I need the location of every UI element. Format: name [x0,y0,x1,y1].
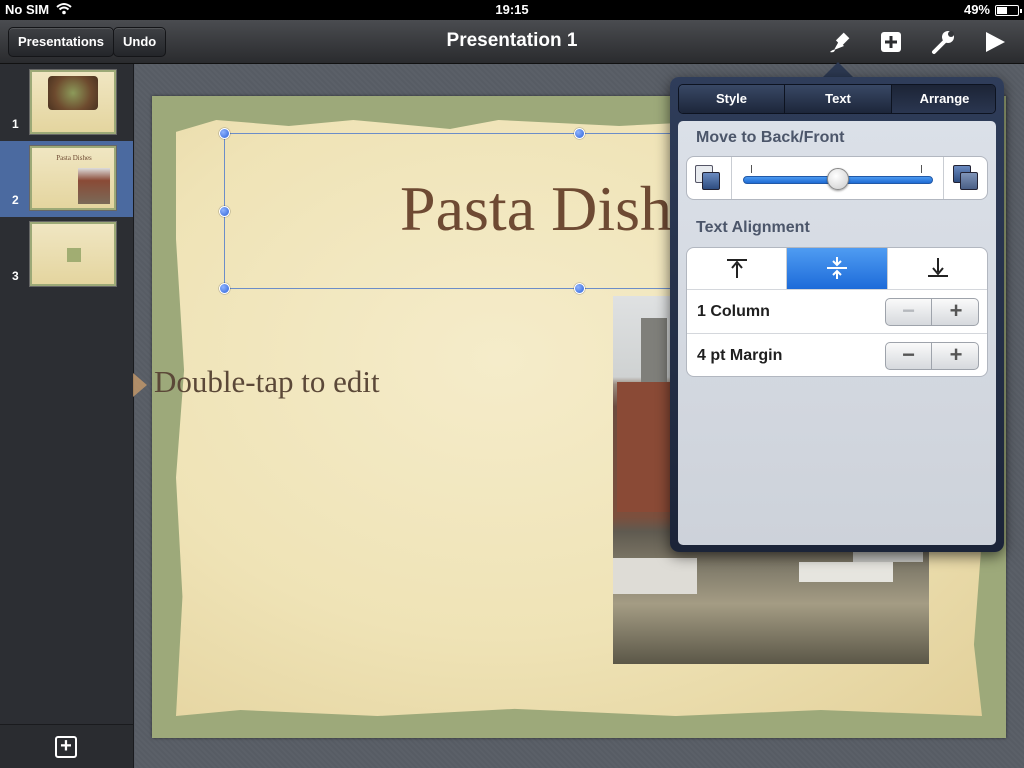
bottom-align-icon [928,258,948,277]
resize-handle[interactable] [219,206,230,217]
placeholder-arrow-icon [133,373,147,397]
slide-thumbnail-3[interactable]: 3 [0,217,133,293]
margin-stepper: − + [885,342,979,370]
send-to-back-icon[interactable] [695,165,721,191]
slide-thumbnail-image [29,69,117,135]
align-top-button[interactable] [687,248,787,289]
sidebar-footer: + [0,724,133,768]
tab-style[interactable]: Style [679,85,785,113]
slide-thumbnail-image: Pasta Dishes [29,145,117,211]
body-placeholder[interactable]: Double-tap to edit [154,364,380,400]
move-slider-thumb[interactable] [827,168,849,190]
battery-percent: 49% [963,2,990,17]
columns-label: 1 Column [697,303,770,320]
margin-decrease-button[interactable]: − [886,343,932,369]
format-popover: Style Text Arrange Move to Back/Front Te… [670,77,1004,552]
move-slider-control [686,156,988,200]
columns-increase-button[interactable]: + [933,299,978,325]
play-icon[interactable] [980,28,1010,56]
add-slide-button[interactable]: + [55,736,77,758]
slide-number: 1 [12,117,19,131]
slide-thumbnail-1[interactable]: 1 [0,65,133,141]
resize-handle[interactable] [219,283,230,294]
alignment-group: 1 Column − + 4 pt Margin − + [686,247,988,377]
slide-thumbnail-title: Pasta Dishes [56,154,92,162]
columns-decrease-button[interactable]: − [886,299,932,325]
wrench-icon[interactable] [928,28,958,56]
margin-increase-button[interactable]: + [933,343,978,369]
margin-row: 4 pt Margin − + [687,333,987,376]
align-bottom-button[interactable] [887,248,987,289]
columns-row: 1 Column − + [687,289,987,333]
popover-arrow [822,62,854,78]
inspector-body: Move to Back/Front Text Alignment 1 Colu… [678,121,996,545]
align-middle-button[interactable] [787,248,887,289]
move-section-title: Move to Back/Front [696,129,845,146]
tab-text[interactable]: Text [785,85,892,113]
clock: 19:15 [495,2,529,17]
resize-handle[interactable] [574,128,585,139]
middle-align-icon [827,257,847,279]
bring-to-front-icon[interactable] [953,165,979,191]
toolbar: Presentations Undo Presentation 1 [0,20,1024,64]
battery-icon [995,5,1022,16]
tab-arrange[interactable]: Arrange [892,85,995,113]
paintbrush-icon[interactable] [825,28,855,56]
margin-label: 4 pt Margin [697,347,783,364]
resize-handle[interactable] [574,283,585,294]
resize-handle[interactable] [219,128,230,139]
columns-stepper: − + [885,298,979,326]
selection-box [224,133,684,289]
insert-icon[interactable] [876,28,906,56]
slide-thumbnail-image [29,221,117,287]
slide-navigator: 1 2 Pasta Dishes 3 + [0,64,134,768]
slide-number: 2 [12,193,19,207]
slide-thumbnail-2[interactable]: 2 Pasta Dishes [0,141,133,217]
presentation-title: Presentation 1 [446,30,578,51]
inspector-tabs: Style Text Arrange [678,84,996,114]
alignment-section-title: Text Alignment [696,219,810,236]
top-align-icon [727,259,747,278]
slide-number: 3 [12,269,19,283]
status-bar: No SIM 19:15 49% [0,0,1024,20]
